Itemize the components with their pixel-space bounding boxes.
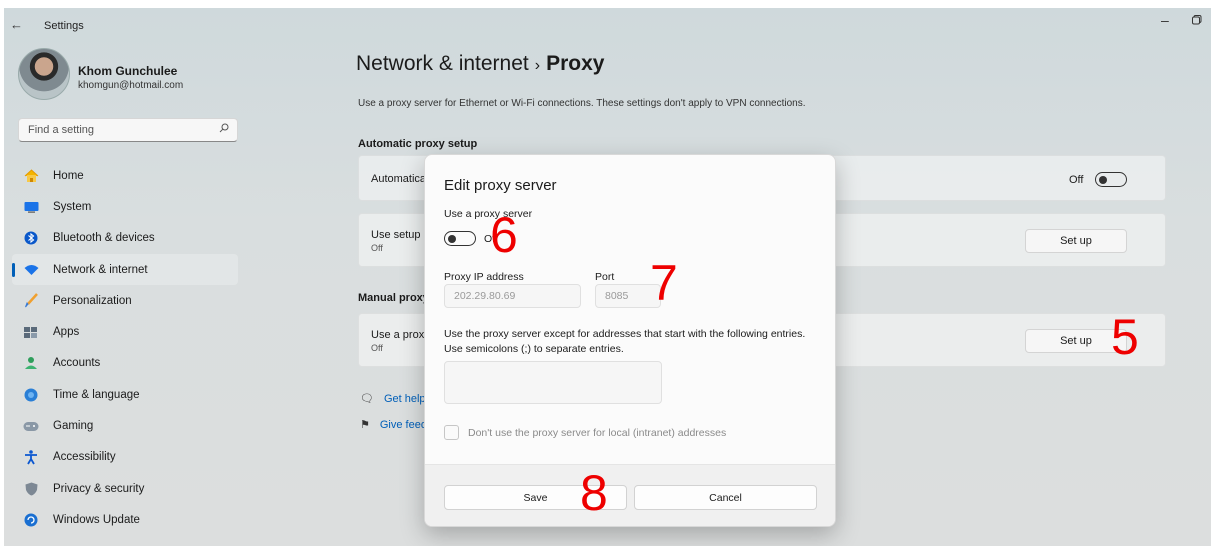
- annotation-number-5: 5: [1111, 309, 1139, 365]
- exceptions-description-2: Use semicolons (;) to separate entries.: [444, 343, 624, 355]
- port-label: Port: [595, 271, 615, 283]
- sidebar-item-system[interactable]: System: [12, 191, 238, 222]
- sidebar-item-personalization[interactable]: Personalization: [12, 285, 238, 316]
- home-icon: [23, 168, 39, 184]
- title-bar: ← Settings –: [4, 8, 1211, 44]
- setup-script-state: Off: [371, 243, 383, 253]
- gamepad-icon: [23, 418, 39, 434]
- sidebar-item-accessibility[interactable]: Accessibility: [12, 442, 238, 473]
- annotation-number-8: 8: [580, 465, 608, 521]
- auto-detect-label: Automatica: [371, 173, 427, 185]
- sidebar-item-bluetooth[interactable]: Bluetooth & devices: [12, 223, 238, 254]
- sidebar-item-accounts[interactable]: Accounts: [12, 348, 238, 379]
- sidebar-item-label: Privacy & security: [53, 482, 145, 495]
- give-feedback-link[interactable]: ⚑ Give feed: [360, 418, 427, 431]
- search-icon: [219, 123, 229, 133]
- user-name: Khom Gunchulee: [78, 64, 178, 78]
- minimize-icon[interactable]: –: [1161, 12, 1169, 28]
- sidebar-item-label: Apps: [53, 326, 80, 339]
- sidebar-item-label: Personalization: [53, 294, 132, 307]
- local-addresses-checkbox[interactable]: [444, 425, 459, 440]
- local-addresses-label: Don't use the proxy server for local (in…: [468, 427, 727, 439]
- breadcrumb-parent[interactable]: Network & internet: [356, 52, 529, 75]
- sidebar-item-label: System: [53, 200, 92, 213]
- breadcrumb-separator: ›: [534, 57, 541, 74]
- sidebar-item-label: Gaming: [53, 420, 94, 433]
- window-title: Settings: [44, 20, 84, 32]
- feedback-icon: ⚑: [360, 419, 370, 431]
- sidebar-item-time-language[interactable]: Time & language: [12, 379, 238, 410]
- sidebar-item-label: Time & language: [53, 388, 140, 401]
- bluetooth-icon: [23, 230, 39, 246]
- account-icon: [23, 355, 39, 371]
- sidebar-item-label: Home: [53, 169, 84, 182]
- sidebar-item-apps[interactable]: Apps: [12, 316, 238, 347]
- back-arrow-icon[interactable]: ←: [10, 17, 23, 32]
- get-help-link[interactable]: 🗨 Get help: [360, 392, 426, 405]
- sidebar-item-label: Windows Update: [53, 513, 140, 526]
- setup-script-button[interactable]: Set up: [1025, 229, 1127, 253]
- section-heading-automatic: Automatic proxy setup: [358, 138, 478, 150]
- user-email: khomgun@hotmail.com: [78, 80, 184, 91]
- annotation-number-7: 7: [650, 255, 678, 311]
- sidebar-item-label: Network & internet: [53, 263, 148, 276]
- restore-icon[interactable]: [1192, 14, 1202, 28]
- edit-proxy-dialog: Edit proxy server Use a proxy server Off…: [424, 154, 836, 527]
- manual-proxy-label: Use a proxy: [371, 329, 430, 341]
- search-placeholder: Find a setting: [28, 124, 95, 136]
- update-icon: [23, 512, 39, 528]
- manual-proxy-state: Off: [371, 343, 383, 353]
- search-input[interactable]: Find a setting: [18, 118, 238, 142]
- exceptions-textarea[interactable]: [444, 361, 662, 404]
- sidebar-item-network[interactable]: Network & internet: [12, 253, 238, 286]
- dialog-footer: Save Cancel: [425, 464, 835, 526]
- apps-icon: [23, 324, 39, 340]
- help-icon: 🗨: [360, 393, 374, 405]
- system-icon: [23, 199, 39, 215]
- wifi-icon: [23, 262, 39, 278]
- sidebar-item-label: Bluetooth & devices: [53, 232, 155, 245]
- page-description: Use a proxy server for Ethernet or Wi-Fi…: [358, 98, 806, 109]
- auto-detect-state: Off: [1069, 174, 1084, 186]
- annotation-number-6: 6: [490, 207, 518, 263]
- section-heading-manual: Manual proxy: [358, 292, 429, 304]
- sidebar-item-label: Accounts: [53, 357, 101, 370]
- globe-icon: [23, 387, 39, 403]
- active-indicator: [12, 262, 15, 277]
- use-proxy-toggle[interactable]: [444, 231, 476, 246]
- dialog-title: Edit proxy server: [444, 177, 557, 194]
- accessibility-icon: [23, 449, 39, 465]
- auto-detect-toggle[interactable]: [1095, 172, 1127, 187]
- give-feedback-label: Give feed: [379, 419, 427, 431]
- breadcrumb: Network & internet › Proxy: [356, 52, 604, 76]
- sidebar-item-windows-update[interactable]: Windows Update: [12, 504, 238, 535]
- sidebar-item-label: Accessibility: [53, 451, 116, 464]
- get-help-label: Get help: [383, 393, 426, 405]
- shield-icon: [23, 481, 39, 497]
- sidebar-nav: Home System Bluetooth & devices Network …: [12, 160, 238, 536]
- sidebar-item-home[interactable]: Home: [12, 160, 238, 191]
- sidebar-item-gaming[interactable]: Gaming: [12, 410, 238, 441]
- exceptions-description-1: Use the proxy server except for addresse…: [444, 328, 806, 340]
- brush-icon: [23, 293, 39, 309]
- use-proxy-label: Use a proxy server: [444, 208, 533, 220]
- page-title: Proxy: [546, 52, 605, 75]
- proxy-ip-input[interactable]: 202.29.80.69: [444, 284, 581, 308]
- cancel-button[interactable]: Cancel: [634, 485, 817, 510]
- avatar: [18, 48, 70, 100]
- setup-script-label: Use setup s: [371, 229, 430, 241]
- proxy-ip-label: Proxy IP address: [444, 271, 524, 283]
- sidebar-item-privacy[interactable]: Privacy & security: [12, 473, 238, 504]
